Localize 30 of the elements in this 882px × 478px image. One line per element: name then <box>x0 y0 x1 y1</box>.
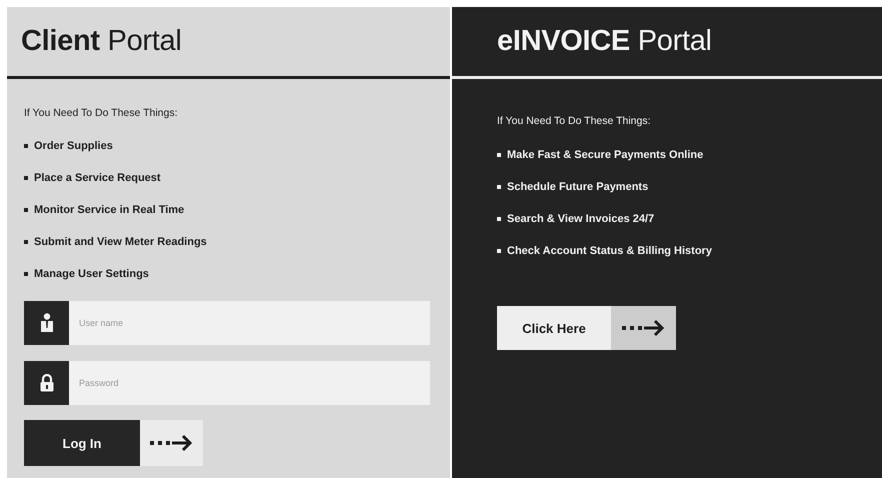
lock-icon <box>24 361 69 405</box>
portal-title: Client Portal <box>21 25 182 58</box>
portal-title: eINVOICE Portal <box>497 25 712 58</box>
feature-item: Order Supplies <box>34 140 113 152</box>
bullet-icon <box>24 272 28 276</box>
feature-item: Manage User Settings <box>34 268 149 280</box>
feature-item: Search & View Invoices 24/7 <box>507 213 654 225</box>
feature-item: Check Account Status & Billing History <box>507 245 712 257</box>
username-field[interactable]: User name <box>69 301 430 345</box>
bullet-icon <box>497 249 501 253</box>
user-icon <box>24 301 69 345</box>
feature-item: Monitor Service in Real Time <box>34 204 184 216</box>
login-button[interactable]: Log In <box>24 420 140 466</box>
bullet-icon <box>24 208 28 212</box>
bullet-icon <box>497 185 501 189</box>
bullet-icon <box>24 144 28 148</box>
bullet-icon <box>24 176 28 180</box>
bullet-icon <box>24 240 28 244</box>
feature-item: Make Fast & Secure Payments Online <box>507 149 704 161</box>
feature-item: Place a Service Request <box>34 172 161 184</box>
intro-text: If You Need To Do These Things: <box>24 107 179 119</box>
bullet-icon <box>497 217 501 221</box>
password-field[interactable]: Password <box>69 361 430 405</box>
feature-item: Submit and View Meter Readings <box>34 236 207 248</box>
bullet-icon <box>497 153 501 157</box>
click-here-button[interactable]: Click Here <box>497 306 676 350</box>
feature-item: Schedule Future Payments <box>507 181 648 193</box>
intro-text: If You Need To Do These Things: <box>497 115 652 127</box>
arrow-icon <box>150 434 194 452</box>
arrow-icon <box>622 319 666 337</box>
